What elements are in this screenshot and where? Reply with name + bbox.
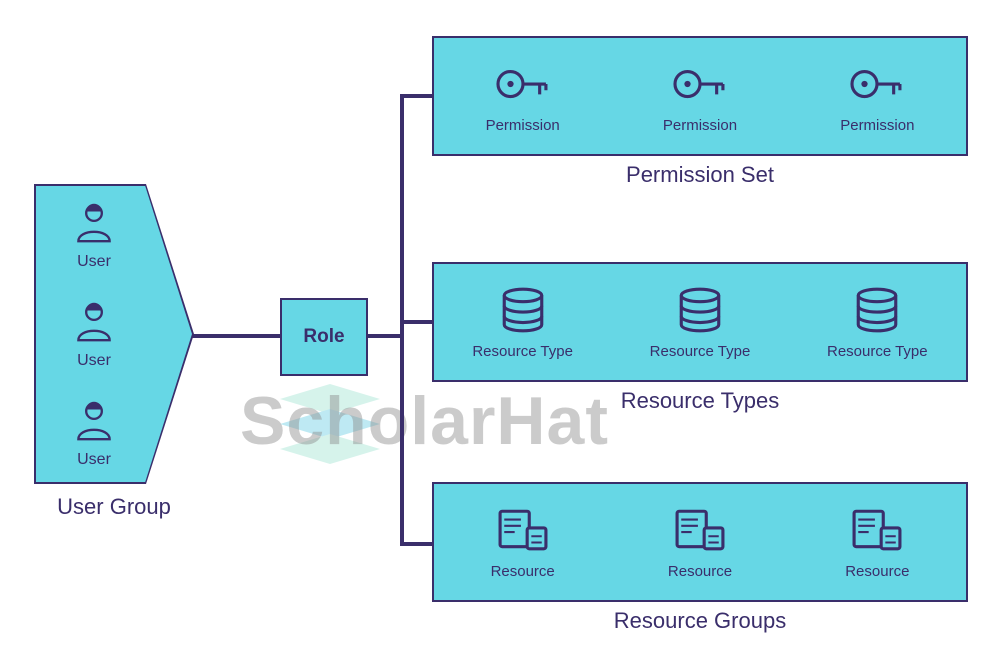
user-label: User <box>77 352 111 370</box>
database-icon <box>488 285 558 335</box>
connector-usergroup-role <box>192 334 282 338</box>
resource-type-label: Resource Type <box>650 343 751 360</box>
user-item: User <box>59 397 129 469</box>
permission-item: Permission <box>434 59 611 134</box>
user-icon <box>59 397 129 447</box>
key-icon <box>488 59 558 109</box>
user-group-title: User Group <box>34 494 194 520</box>
resource-item: Resource <box>611 505 788 580</box>
resource-type-label: Resource Type <box>472 343 573 360</box>
resource-types-box: Resource Type Resource Type Resource Typ… <box>432 262 968 382</box>
resource-type-label: Resource Type <box>827 343 928 360</box>
user-group-box: User User User <box>36 186 192 482</box>
resource-groups-title: Resource Groups <box>432 608 968 634</box>
permission-label: Permission <box>840 117 914 134</box>
permission-set-box: Permission Permission Permission <box>432 36 968 156</box>
permission-label: Permission <box>486 117 560 134</box>
resource-groups-box: Resource Resource Resource <box>432 482 968 602</box>
connector-to-permission <box>400 94 434 98</box>
resource-type-item: Resource Type <box>434 285 611 360</box>
database-icon <box>665 285 735 335</box>
permission-item: Permission <box>611 59 788 134</box>
resource-type-item: Resource Type <box>611 285 788 360</box>
resource-label: Resource <box>845 563 909 580</box>
server-file-icon <box>488 505 558 555</box>
permission-set-title: Permission Set <box>432 162 968 188</box>
server-file-icon <box>842 505 912 555</box>
database-icon <box>842 285 912 335</box>
resource-types-title: Resource Types <box>432 388 968 414</box>
connector-to-resource-types <box>400 320 434 324</box>
scholarhat-logo-icon <box>270 384 390 474</box>
permission-item: Permission <box>789 59 966 134</box>
connector-to-resource-groups <box>400 542 434 546</box>
user-label: User <box>77 253 111 271</box>
resource-label: Resource <box>491 563 555 580</box>
resource-label: Resource <box>668 563 732 580</box>
role-box: Role <box>280 298 368 376</box>
user-icon <box>59 199 129 249</box>
user-label: User <box>77 451 111 469</box>
key-icon <box>842 59 912 109</box>
permission-label: Permission <box>663 117 737 134</box>
key-icon <box>665 59 735 109</box>
role-label: Role <box>303 326 344 348</box>
server-file-icon <box>665 505 735 555</box>
user-icon <box>59 298 129 348</box>
connector-role-right <box>366 334 404 338</box>
resource-type-item: Resource Type <box>789 285 966 360</box>
user-item: User <box>59 298 129 370</box>
user-item: User <box>59 199 129 271</box>
resource-item: Resource <box>434 505 611 580</box>
resource-item: Resource <box>789 505 966 580</box>
